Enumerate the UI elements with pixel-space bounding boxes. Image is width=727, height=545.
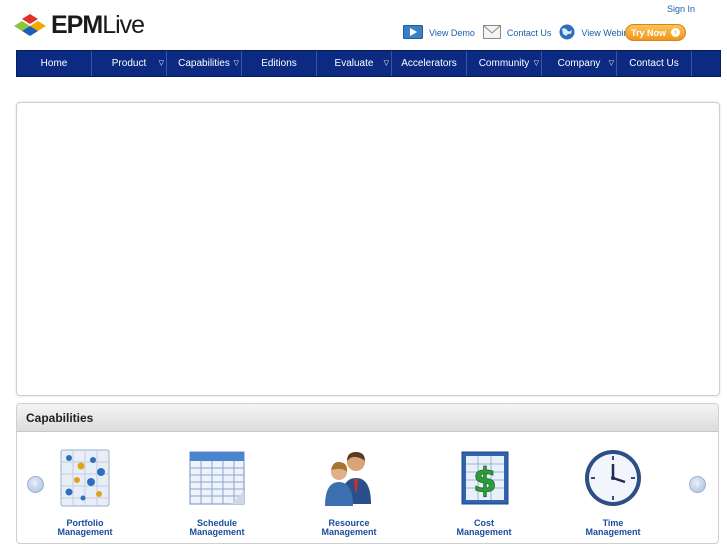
nav-product-label: Product (111, 58, 147, 69)
capability-label: Resource Management (294, 519, 404, 537)
logo-wordmark: EPMLive (51, 10, 145, 40)
globe-icon (559, 24, 575, 42)
view-demo-label: View Demo (429, 28, 475, 38)
nav-capabilities-label: Capabilities (178, 58, 230, 69)
nav-company-label: Company (557, 58, 601, 69)
capability-schedule[interactable]: Schedule Management (162, 448, 272, 537)
people-icon (325, 452, 371, 506)
nav-editions[interactable]: Editions (242, 51, 317, 76)
nav-home-label: Home (40, 58, 68, 69)
capability-cost[interactable]: $ Cost Management (429, 448, 539, 537)
carousel-next-button[interactable]: › (689, 476, 706, 493)
nav-accelerators[interactable]: Accelerators (392, 51, 467, 76)
capabilities-title: Capabilities (17, 404, 718, 432)
nav-community[interactable]: Community ▽ (467, 51, 542, 76)
capability-label: Schedule Management (162, 519, 272, 537)
nav-evaluate-label: Evaluate (334, 58, 374, 69)
dropdown-caret-icon: ▽ (158, 60, 164, 67)
nav-evaluate[interactable]: Evaluate ▽ (317, 51, 392, 76)
dropdown-caret-icon: ▽ (533, 60, 539, 67)
svg-text:$: $ (473, 461, 497, 501)
logo-epm-text: EPM (51, 11, 103, 39)
schedule-grid-icon (189, 451, 245, 505)
capabilities-panel: Capabilities ‹ › Portfolio Management Sc… (16, 403, 719, 544)
capability-line2: Management (456, 527, 512, 537)
logo-live-text: Live (102, 11, 145, 39)
capability-portfolio[interactable]: Portfolio Management (30, 448, 140, 537)
nav-company[interactable]: Company ▽ (542, 51, 617, 76)
capability-line2: Management (57, 527, 113, 537)
nav-community-label: Community (478, 58, 530, 69)
epmlive-logo[interactable]: EPMLive (12, 10, 157, 40)
capability-time[interactable]: Time Management (558, 448, 668, 537)
logo-cubes-icon (14, 14, 46, 36)
dropdown-caret-icon: ▽ (233, 60, 239, 67)
dollar-ledger-icon: $ (461, 451, 509, 505)
capability-label: Portfolio Management (30, 519, 140, 537)
try-now-button[interactable]: Try Now › (625, 24, 686, 41)
capability-line2: Management (585, 527, 641, 537)
envelope-icon (482, 25, 501, 41)
contact-us-label: Contact Us (506, 28, 552, 38)
nav-home[interactable]: Home (17, 51, 92, 76)
capability-resource[interactable]: Resource Management (294, 448, 404, 537)
portfolio-chart-icon (60, 449, 110, 507)
dropdown-caret-icon: ▽ (608, 60, 614, 67)
arrow-right-icon: › (671, 28, 680, 37)
capability-label: Cost Management (429, 519, 539, 537)
play-video-icon (403, 25, 423, 41)
capability-line2: Management (321, 527, 377, 537)
nav-contact-us[interactable]: Contact Us (617, 51, 692, 76)
dropdown-caret-icon: ▽ (383, 60, 389, 67)
contact-us-link[interactable]: Contact Us (482, 25, 552, 41)
sign-in-link[interactable]: Sign In (667, 4, 695, 14)
nav-product[interactable]: Product ▽ (92, 51, 167, 76)
header-links: View Demo Contact Us View Webinars (403, 24, 649, 42)
clock-icon (585, 450, 641, 506)
try-now-label: Try Now (630, 27, 666, 38)
chevron-right-icon: › (695, 479, 700, 490)
view-demo-link[interactable]: View Demo (403, 25, 475, 41)
main-nav: Home Product ▽ Capabilities ▽ Editions Eva… (16, 50, 721, 77)
nav-editions-label: Editions (261, 58, 297, 69)
nav-contact-us-label: Contact Us (629, 58, 679, 69)
capability-line2: Management (189, 527, 245, 537)
capability-label: Time Management (558, 519, 668, 537)
hero-banner (16, 102, 720, 396)
nav-capabilities[interactable]: Capabilities ▽ (167, 51, 242, 76)
nav-accelerators-label: Accelerators (401, 58, 457, 69)
